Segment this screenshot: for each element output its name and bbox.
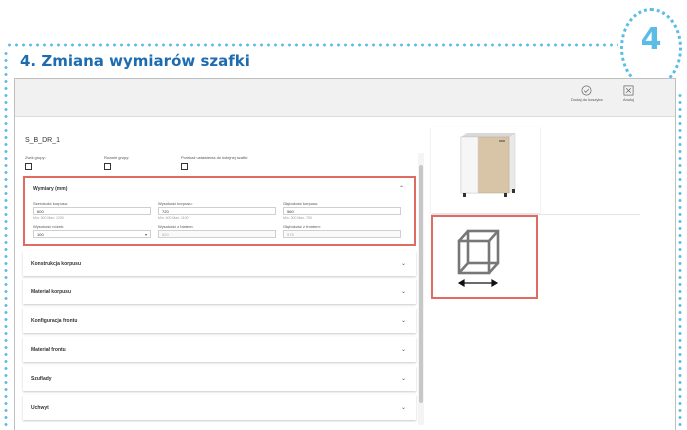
panel-title: Materiał frontu <box>31 347 66 353</box>
decorative-dots-left <box>4 50 8 430</box>
leg-height-label: Wysokość nóżek: <box>33 224 65 229</box>
panel-body-construction[interactable]: Konstrukcja korpusu ⌄ <box>23 251 416 276</box>
decorative-dots-top <box>6 43 618 47</box>
chevron-down-icon: ⌄ <box>400 289 406 295</box>
depth-with-front-label: Głębokość z frontem: <box>283 224 321 229</box>
width-field: Szerokość korpusu: 600 Min: 300 Max: 120… <box>33 201 151 220</box>
panel-title: Materiał korpusu <box>31 289 72 295</box>
panel-title: Konfiguracja frontu <box>31 318 78 324</box>
depth-label: Głębokość korpusu: <box>283 201 319 206</box>
cabinet-preview[interactable] <box>431 127 540 213</box>
width-input[interactable]: 600 <box>33 207 151 215</box>
collapse-groups-checkbox[interactable] <box>25 163 32 170</box>
expand-groups-checkbox[interactable] <box>104 163 111 170</box>
configurator-window: Dodaj do koszyka Anuluj S_B_DR_1 Zwól gr… <box>14 78 676 430</box>
dimensions-panel: Wymiary (mm) ⌃ Szerokość korpusu: 600 Mi… <box>23 176 416 246</box>
height-input[interactable]: 720 <box>158 207 276 215</box>
height-hint: Min: 400 Max: 1100 <box>158 216 189 220</box>
depth-field: Głębokość korpusu: 560 Min: 300 Max: 700 <box>283 201 401 220</box>
height-with-top-label: Wysokość z blatem: <box>158 224 194 229</box>
cabinet-name: S_B_DR_1 <box>25 137 61 144</box>
decorative-dots-right <box>678 92 682 430</box>
step-badge-number: 4 <box>640 22 662 57</box>
cabinet-preview-image <box>460 132 516 197</box>
collapse-groups-label: Zwól grupy: <box>25 155 46 160</box>
dimensions-view-thumbnail[interactable] <box>431 215 538 299</box>
dimensions-panel-title[interactable]: Wymiary (mm) <box>33 186 67 192</box>
check-circle-icon <box>581 85 592 96</box>
options-row: Zwól grupy: Rozwiń grupy: Przekaż ustawi… <box>25 155 415 175</box>
add-to-cart-label: Dodaj do koszyka <box>571 97 603 102</box>
panel-title: Konstrukcja korpusu <box>31 261 82 267</box>
cancel-label: Anuluj <box>623 97 635 102</box>
panel-title: Uchwyt <box>31 405 49 411</box>
scrollbar-thumb[interactable] <box>419 165 423 403</box>
pass-settings-option: Przekaż ustawienia do kolejnej szafki: <box>181 155 248 170</box>
depth-hint: Min: 300 Max: 700 <box>283 216 312 220</box>
panel-title: Szuflady <box>31 376 52 382</box>
cancel-button[interactable]: Anuluj <box>623 85 634 102</box>
cube-dimensions-icon <box>457 229 500 288</box>
chevron-down-icon: ⌄ <box>400 318 406 324</box>
chevron-up-icon[interactable]: ⌃ <box>399 185 404 192</box>
chevron-down-icon: ⌄ <box>400 347 406 353</box>
panel-front-configuration[interactable]: Konfiguracja frontu ⌄ <box>23 308 416 333</box>
section-title: 4. Zmiana wymiarów szafki <box>20 52 250 70</box>
depth-with-front-input: 578 <box>283 230 401 238</box>
height-with-top-field: Wysokość z blatem: 820 <box>158 224 276 238</box>
expand-groups-option: Rozwiń grupy: <box>104 155 129 170</box>
pass-settings-checkbox[interactable] <box>181 163 188 170</box>
leg-height-select[interactable]: 100 <box>33 230 151 238</box>
width-label: Szerokość korpusu: <box>33 201 69 206</box>
chevron-down-icon: ⌄ <box>400 405 406 411</box>
leg-height-field: Wysokość nóżek: 100 <box>33 224 151 238</box>
close-icon <box>623 85 634 96</box>
top-toolbar: Dodaj do koszyka Anuluj <box>15 79 675 117</box>
collapse-groups-option: Zwól grupy: <box>25 155 46 170</box>
chevron-down-icon: ⌄ <box>400 261 406 267</box>
pass-settings-label: Przekaż ustawienia do kolejnej szafki: <box>181 155 249 160</box>
add-to-cart-button[interactable]: Dodaj do koszyka <box>571 85 603 102</box>
height-label: Wysokość korpusu: <box>158 201 193 206</box>
scrollbar[interactable] <box>418 153 424 425</box>
panel-drawers[interactable]: Szuflady ⌄ <box>23 366 416 391</box>
expand-groups-label: Rozwiń grupy: <box>104 155 130 160</box>
panel-front-material[interactable]: Materiał frontu ⌄ <box>23 337 416 362</box>
height-field: Wysokość korpusu: 720 Min: 400 Max: 1100 <box>158 201 276 220</box>
width-hint: Min: 300 Max: 1200 <box>33 216 64 220</box>
chevron-down-icon: ⌄ <box>400 376 406 382</box>
depth-input[interactable]: 560 <box>283 207 401 215</box>
panel-handle[interactable]: Uchwyt ⌄ <box>23 395 416 420</box>
depth-with-front-field: Głębokość z frontem: 578 <box>283 224 401 238</box>
height-with-top-input: 820 <box>158 230 276 238</box>
panel-body-material[interactable]: Materiał korpusu ⌄ <box>23 279 416 304</box>
